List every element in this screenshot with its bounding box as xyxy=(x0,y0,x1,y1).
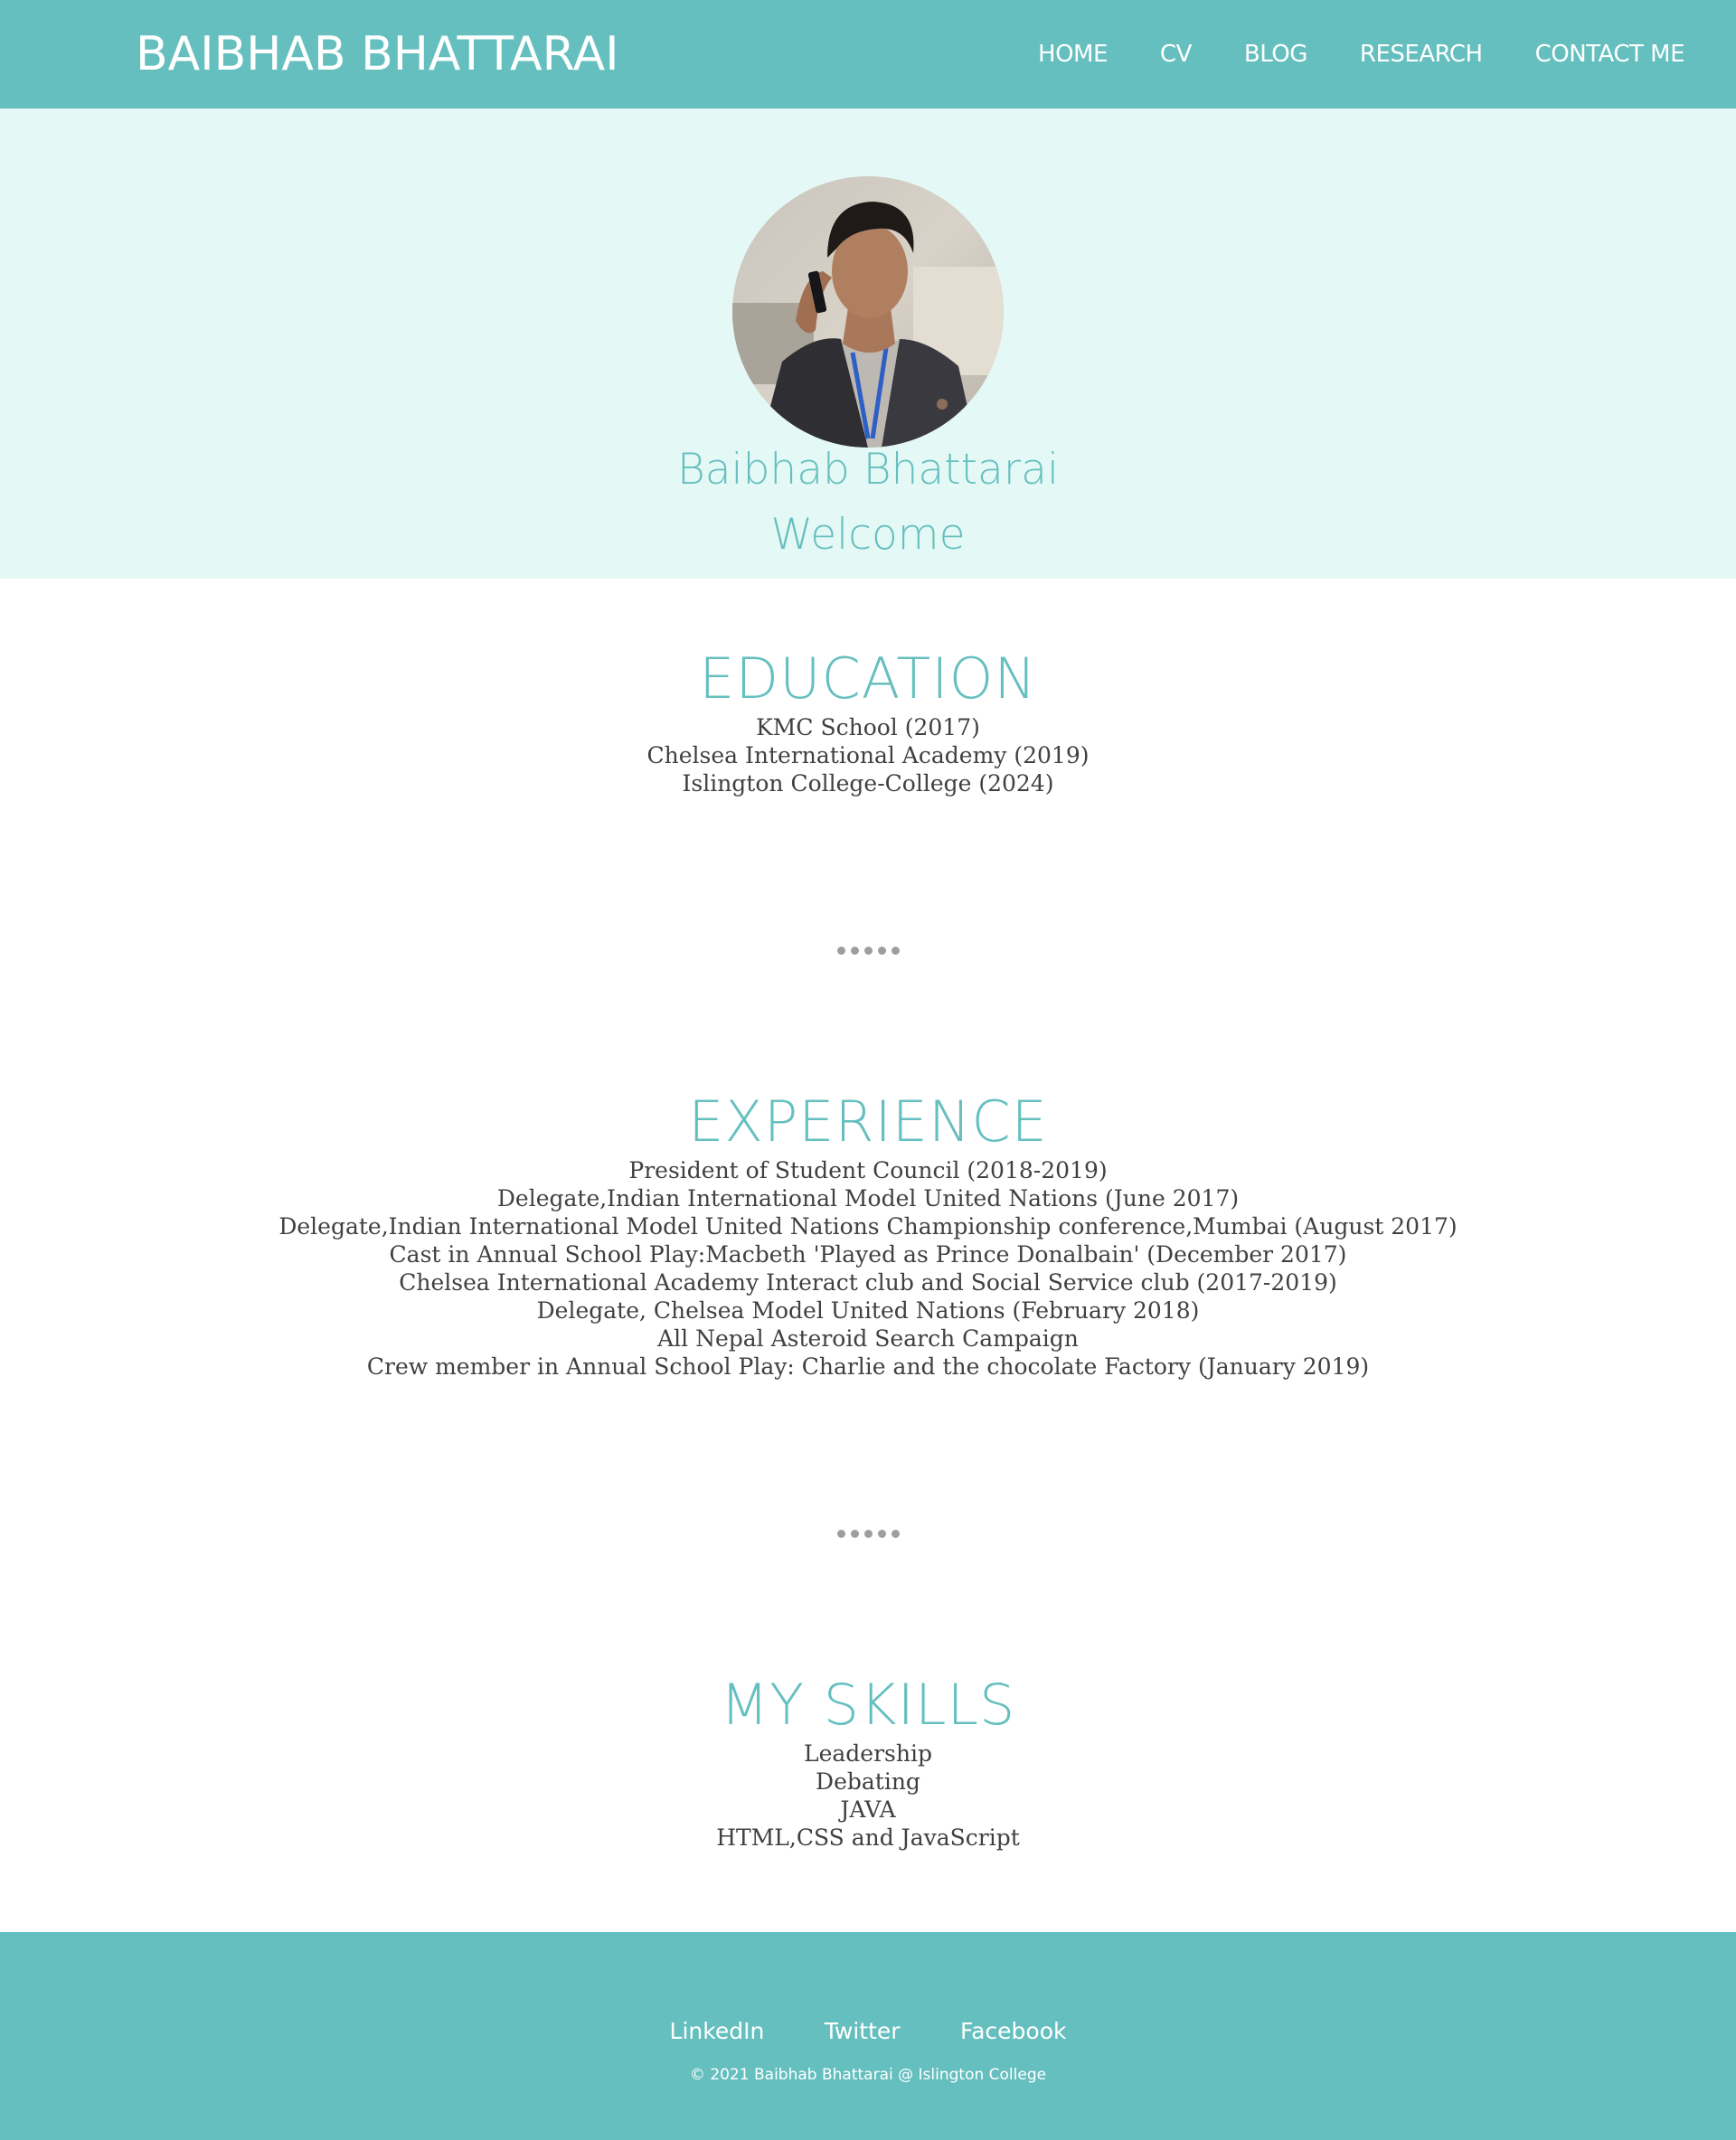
list-item: Delegate,Indian International Model Unit… xyxy=(278,1213,1458,1240)
list-item: Islington College-College (2024) xyxy=(682,770,1054,797)
dot xyxy=(863,1530,873,1538)
list-item: Cast in Annual School Play:Macbeth 'Play… xyxy=(389,1241,1347,1268)
dot xyxy=(863,947,873,955)
dot xyxy=(877,947,886,955)
nav-contact-me[interactable]: CONTACT ME xyxy=(1535,36,1685,72)
nav-cv[interactable]: CV xyxy=(1160,36,1192,72)
site-footer: LinkedIn Twitter Facebook © 2021 Baibhab… xyxy=(0,1932,1736,2140)
footer-link-facebook[interactable]: Facebook xyxy=(960,2018,1066,2044)
nav-blog[interactable]: BLOG xyxy=(1244,36,1308,72)
section-title-education: EDUCATION xyxy=(699,646,1037,712)
main-nav: HOME CV BLOG RESEARCH CONTACT ME xyxy=(986,36,1684,72)
list-item: HTML,CSS and JavaScript xyxy=(716,1824,1020,1851)
experience-section: EXPERIENCE President of Student Council … xyxy=(0,1086,1736,1381)
footer-link-linkedin[interactable]: LinkedIn xyxy=(670,2018,765,2044)
footer-link-twitter[interactable]: Twitter xyxy=(825,2018,901,2044)
list-item: Chelsea International Academy (2019) xyxy=(646,742,1090,768)
dot xyxy=(850,947,859,955)
section-title-experience: EXPERIENCE xyxy=(688,1089,1048,1155)
list-item: All Nepal Asteroid Search Campaign xyxy=(657,1325,1079,1352)
education-section: EDUCATION KMC School (2017) Chelsea Inte… xyxy=(0,643,1736,797)
list-item: Debating xyxy=(816,1768,920,1795)
list-item: JAVA xyxy=(840,1796,896,1823)
skills-list: Leadership Debating JAVA HTML,CSS and Ja… xyxy=(0,1739,1736,1852)
site-header: BAIBHAB BHATTARAI HOME CV BLOG RESEARCH … xyxy=(0,0,1736,108)
education-list: KMC School (2017) Chelsea International … xyxy=(0,713,1736,797)
hero-section: Baibhab Bhattarai Welcome xyxy=(0,108,1736,579)
avatar xyxy=(732,176,1004,448)
section-divider-dots xyxy=(0,1523,1736,1541)
dot xyxy=(891,947,900,955)
dot xyxy=(836,1530,845,1538)
skills-section: MY SKILLS Leadership Debating JAVA HTML,… xyxy=(0,1669,1736,1852)
list-item: Delegate, Chelsea Model United Nations (… xyxy=(536,1297,1200,1324)
hero-name: Baibhab Bhattarai xyxy=(676,445,1060,495)
list-item: Leadership xyxy=(804,1740,932,1767)
dot xyxy=(877,1530,886,1538)
dot xyxy=(836,947,845,955)
nav-home[interactable]: HOME xyxy=(1038,36,1108,72)
experience-list: President of Student Council (2018-2019)… xyxy=(0,1156,1736,1381)
list-item: Chelsea International Academy Interact c… xyxy=(399,1269,1337,1296)
nav-research[interactable]: RESEARCH xyxy=(1360,36,1483,72)
list-item: Crew member in Annual School Play: Charl… xyxy=(366,1353,1370,1380)
list-item: President of Student Council (2018-2019) xyxy=(628,1157,1108,1183)
footer-links: LinkedIn Twitter Facebook xyxy=(0,2009,1736,2054)
copyright-text: © 2021 Baibhab Bhattarai @ Islington Col… xyxy=(689,2066,1047,2084)
dot xyxy=(891,1530,900,1538)
section-divider-dots xyxy=(0,940,1736,958)
hero-welcome: Welcome xyxy=(770,510,966,560)
list-item: Delegate,Indian International Model Unit… xyxy=(496,1185,1240,1211)
profile-photo-icon xyxy=(732,176,1004,448)
section-title-skills: MY SKILLS xyxy=(720,1672,1016,1738)
dot xyxy=(850,1530,859,1538)
site-brand[interactable]: BAIBHAB BHATTARAI xyxy=(136,27,619,81)
list-item: KMC School (2017) xyxy=(756,714,980,740)
